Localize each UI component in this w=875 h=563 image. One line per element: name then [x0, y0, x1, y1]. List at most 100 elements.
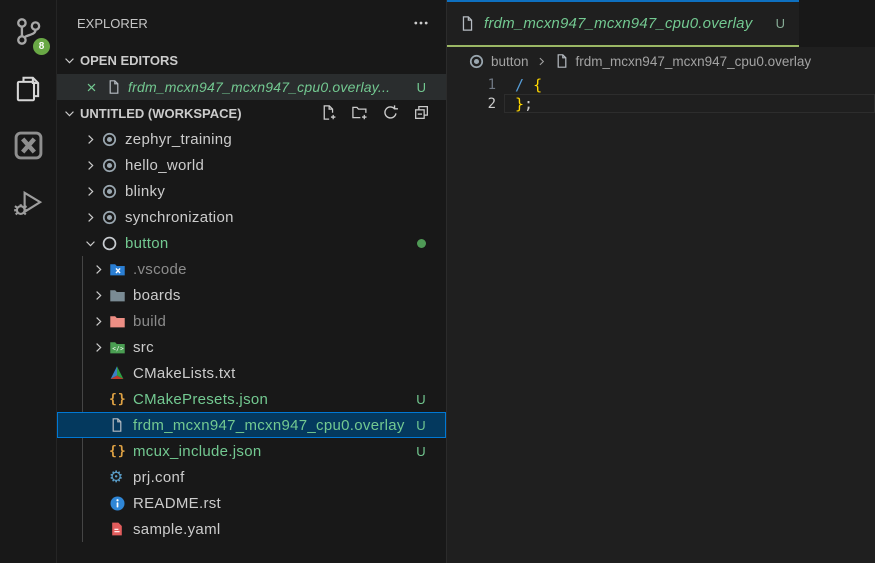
folder-src-icon: </>: [109, 339, 131, 356]
twisty-spacer: [91, 469, 109, 485]
chevron-right-icon[interactable]: [91, 313, 109, 329]
folder-vscode-icon: [109, 261, 131, 278]
info-icon: [109, 495, 131, 512]
git-status-badge: U: [416, 392, 426, 407]
root-folder-icon: [468, 53, 485, 70]
chevron-down-icon[interactable]: [83, 235, 101, 251]
chevron-right-icon[interactable]: [91, 261, 109, 277]
open-editors-header[interactable]: OPEN EDITORS: [57, 46, 446, 74]
run-debug-button[interactable]: [10, 187, 46, 223]
open-editor-item[interactable]: frdm_mcxn947_mcxn947_cpu0.overlay... U: [57, 74, 446, 100]
source-control-badge: 8: [33, 38, 50, 55]
tree-item-cmakelists-txt[interactable]: CMakeLists.txt: [57, 360, 446, 386]
tree-item-src[interactable]: </> src: [57, 334, 446, 360]
tree-item-label: src: [133, 339, 154, 356]
chevron-right-icon[interactable]: [83, 209, 101, 225]
breadcrumb-folder[interactable]: button: [491, 54, 529, 69]
tree-item-blinky[interactable]: blinky: [57, 178, 446, 204]
gear-icon: ⚙: [109, 469, 131, 486]
tree-item-synchronization[interactable]: synchronization: [57, 204, 446, 230]
tree-item-frdm-mcxn947-mcxn947-cpu0-overlay[interactable]: frdm_mcxn947_mcxn947_cpu0.overlay U: [57, 412, 446, 438]
git-status-badge: U: [417, 80, 426, 95]
breadcrumb: button frdm_mcxn947_mcxn947_cpu0.overlay: [447, 47, 875, 75]
code-line-2[interactable]: 2};: [447, 94, 875, 113]
root-folder-open-icon: [101, 235, 123, 252]
code-text: / {: [515, 76, 542, 94]
code-editor[interactable]: 1/ {2};: [447, 75, 875, 563]
open-editors-label: OPEN EDITORS: [80, 53, 178, 68]
cmake-icon: [109, 365, 131, 382]
tree-item-hello-world[interactable]: hello_world: [57, 152, 446, 178]
tree-item-vscode[interactable]: .vscode: [57, 256, 446, 282]
tree-item-label: prj.conf: [133, 469, 185, 486]
tab-frdm-overlay[interactable]: frdm_mcxn947_mcxn947_cpu0.overlay U: [447, 0, 799, 47]
workspace-header[interactable]: UNTITLED (WORKSPACE): [57, 100, 446, 126]
file-icon: [459, 15, 477, 32]
source-control-button[interactable]: 8: [10, 16, 46, 52]
more-actions-icon[interactable]: [412, 14, 430, 35]
chevron-right-icon[interactable]: [83, 157, 101, 173]
tree-item-label: zephyr_training: [125, 131, 232, 148]
chevron-right-icon[interactable]: [91, 339, 109, 355]
code-line-1[interactable]: 1 / {: [447, 75, 875, 94]
git-status-badge: U: [416, 444, 426, 459]
workspace-actions: [319, 103, 430, 121]
tree-item-label: synchronization: [125, 209, 234, 226]
tree-item-mcux-include-json[interactable]: {}mcux_include.jsonU: [57, 438, 446, 464]
chevron-right-icon: [535, 55, 548, 68]
json-icon: {}: [109, 443, 131, 460]
pages-icon: [13, 74, 43, 109]
workspace-label: UNTITLED (WORKSPACE): [80, 106, 242, 121]
svg-text:</>: </>: [112, 345, 124, 352]
tree-item-label: hello_world: [125, 157, 204, 174]
file-icon: [106, 79, 126, 95]
sidebar-title-row: EXPLORER: [57, 0, 446, 46]
tree-item-readme-rst[interactable]: README.rst: [57, 490, 446, 516]
line-number: 1: [447, 77, 496, 93]
collapse-all-icon[interactable]: [412, 103, 430, 121]
tab-bar: frdm_mcxn947_mcxn947_cpu0.overlay U: [447, 0, 875, 47]
pages-button[interactable]: [10, 73, 46, 109]
new-folder-icon[interactable]: [350, 103, 368, 121]
chevron-down-icon: [61, 105, 77, 121]
refresh-icon[interactable]: [381, 103, 399, 121]
json-icon: {}: [109, 391, 131, 408]
tree-item-label: sample.yaml: [133, 521, 221, 538]
twisty-spacer: [91, 495, 109, 511]
mcuxpresso-button[interactable]: [10, 130, 46, 166]
tree-item-label: .vscode: [133, 261, 187, 278]
tree-item-boards[interactable]: boards: [57, 282, 446, 308]
tree-item-button[interactable]: button: [57, 230, 446, 256]
tree-item-label: boards: [133, 287, 181, 304]
tree-item-sample-yaml[interactable]: sample.yaml: [57, 516, 446, 542]
chevron-right-icon[interactable]: [91, 287, 109, 303]
vscode-window: 8: [0, 0, 875, 563]
code-text: };: [515, 95, 533, 113]
close-icon[interactable]: [84, 79, 100, 95]
tree-item-label: frdm_mcxn947_mcxn947_cpu0.overlay: [133, 417, 405, 434]
git-status-badge: U: [416, 418, 426, 433]
root-folder-icon: [101, 131, 123, 148]
root-folder-icon: [101, 183, 123, 200]
mcuxpresso-x-icon: [13, 130, 44, 166]
breadcrumb-file[interactable]: frdm_mcxn947_mcxn947_cpu0.overlay: [576, 54, 812, 69]
tree-item-prj-conf[interactable]: ⚙prj.conf: [57, 464, 446, 490]
folder-gray-icon: [109, 287, 131, 304]
tree-item-zephyr-training[interactable]: zephyr_training: [57, 126, 446, 152]
line-number: 2: [447, 96, 496, 112]
activity-bar: 8: [0, 0, 57, 563]
file-icon: [554, 53, 570, 69]
tree-item-cmakepresets-json[interactable]: {}CMakePresets.json U: [57, 386, 446, 412]
yaml-icon: [109, 521, 131, 538]
tree-item-build[interactable]: build: [57, 308, 446, 334]
chevron-right-icon[interactable]: [83, 131, 101, 147]
tree-item-label: CMakeLists.txt: [133, 365, 236, 382]
sidebar-title: EXPLORER: [77, 16, 148, 31]
tab-modified-badge: U: [776, 16, 785, 31]
new-file-icon[interactable]: [319, 103, 337, 121]
chevron-right-icon[interactable]: [83, 183, 101, 199]
tree-item-label: CMakePresets.json: [133, 391, 268, 408]
tree-item-label: blinky: [125, 183, 165, 200]
twisty-spacer: [91, 391, 109, 407]
twisty-spacer: [91, 417, 109, 433]
